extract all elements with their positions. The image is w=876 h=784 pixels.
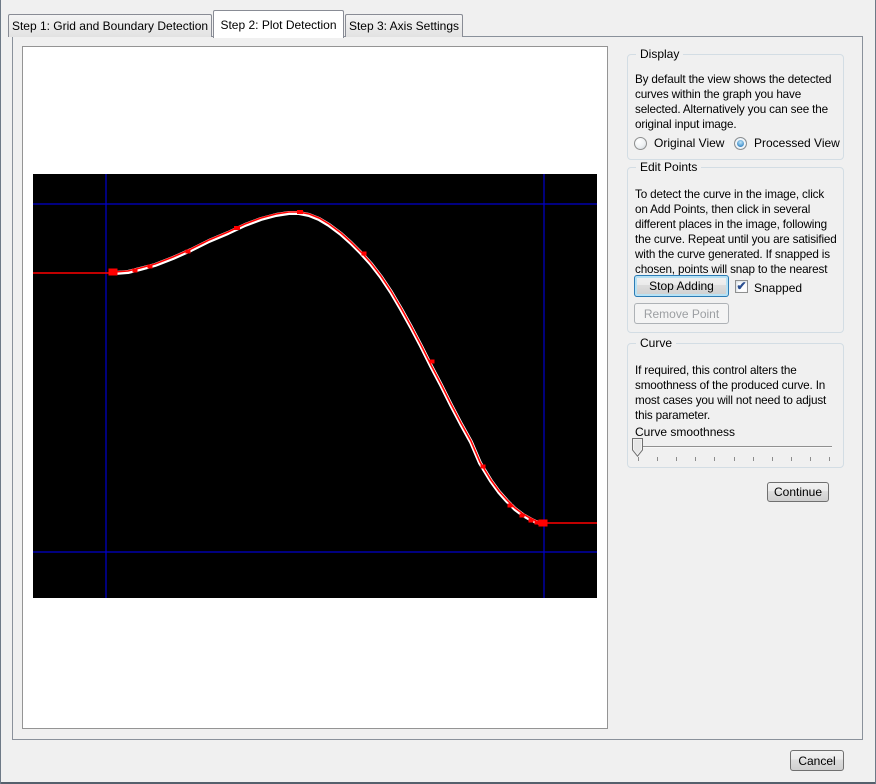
tab-label: Step 2: Plot Detection [220, 18, 336, 32]
smoothness-slider-thumb[interactable] [632, 438, 643, 457]
curve-smoothness-label: Curve smoothness [635, 425, 735, 439]
cancel-button[interactable]: Cancel [790, 750, 844, 771]
edit-points-group: Edit Points To detect the curve in the i… [627, 167, 844, 333]
application-window: Step 1: Grid and Boundary Detection Step… [0, 0, 876, 784]
curve-description: If required, this control alters the smo… [635, 363, 839, 423]
display-group-title: Display [636, 47, 683, 61]
remove-point-button[interactable]: Remove Point [634, 303, 729, 324]
tab-step1-grid-boundary[interactable]: Step 1: Grid and Boundary Detection [8, 14, 212, 37]
detected-curve-plot [33, 174, 597, 598]
checkmark-icon: ✔ [736, 281, 746, 291]
slider-ticks [638, 457, 830, 461]
tab-label: Step 1: Grid and Boundary Detection [12, 19, 208, 33]
radio-label: Processed View [754, 136, 840, 150]
stop-adding-button[interactable]: Stop Adding [634, 275, 729, 297]
tab-label: Step 3: Axis Settings [349, 19, 459, 33]
radio-icon [734, 137, 747, 150]
tab-step2-plot-detection[interactable]: Step 2: Plot Detection [213, 10, 344, 38]
radio-icon [634, 137, 647, 150]
radio-processed-view[interactable]: Processed View [734, 136, 840, 150]
edit-points-group-title: Edit Points [636, 160, 701, 174]
display-description: By default the view shows the detected c… [635, 72, 839, 132]
curve-group-title: Curve [636, 336, 676, 350]
plot-image[interactable] [33, 174, 597, 598]
smoothness-slider-track[interactable] [635, 446, 832, 448]
curve-group: Curve If required, this control alters t… [627, 343, 844, 468]
snapped-checkbox[interactable]: ✔ [735, 280, 748, 293]
radio-label: Original View [654, 136, 724, 150]
snapped-checkbox-label: Snapped [754, 281, 802, 295]
radio-original-view[interactable]: Original View [634, 136, 724, 150]
display-group: Display By default the view shows the de… [627, 54, 844, 160]
continue-button[interactable]: Continue [767, 482, 829, 502]
tab-step3-axis-settings[interactable]: Step 3: Axis Settings [345, 14, 463, 37]
